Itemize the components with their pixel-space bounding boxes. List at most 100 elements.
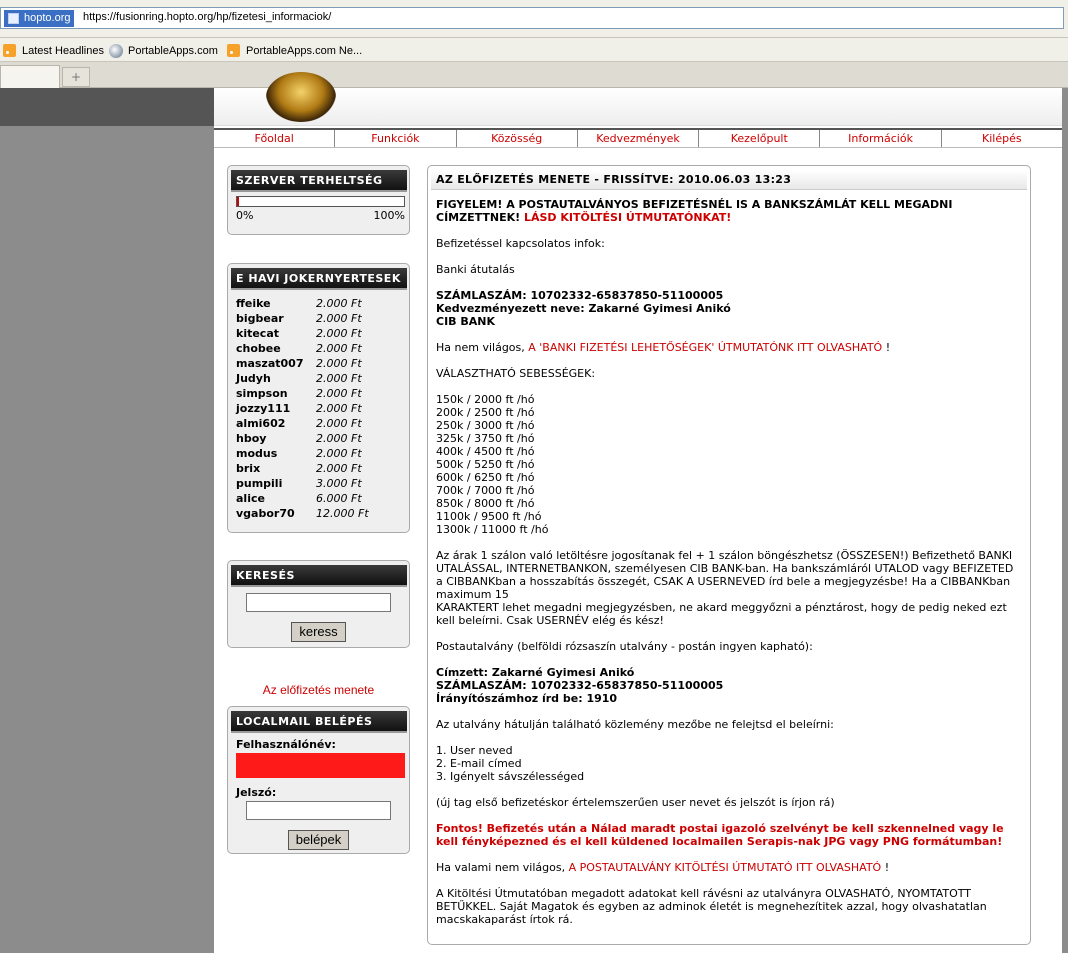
bookmark-label: PortableApps.com [128, 45, 218, 57]
speed-option: 1100k / 9500 ft /hó [436, 510, 542, 523]
site-container: Főoldal Funkciók Közösség Kedvezmények K… [214, 72, 1062, 953]
important-notice: Fontos! Befizetés után a Nálad maradt po… [436, 822, 1004, 848]
postal-recipient: Címzett: Zakarné Gyimesi Anikó [436, 666, 635, 679]
ring-logo-icon [266, 72, 336, 122]
joker-row: jozzy111 2.000 Ft [236, 401, 403, 416]
speed-option: 1300k / 11000 ft /hó [436, 523, 549, 536]
warning-paragraph: FIGYELEM! A POSTAUTALVÁNYOS BEFIZETÉSNÉL… [436, 198, 1022, 224]
joker-name: simpson [236, 387, 288, 400]
search-input[interactable] [246, 593, 391, 612]
search-title: KERESÉS [231, 565, 407, 587]
main-title: AZ ELŐFIZETÉS MENETE - FRISSÍTVE: 2010.0… [431, 170, 1027, 190]
price-note-2: KARAKTERT lehet megadni megjegyzésben, n… [436, 601, 1007, 627]
postal-heading: Postautalvány (belföldi rózsaszín utalvá… [436, 640, 813, 653]
joker-name: chobee [236, 342, 281, 355]
joker-name: alice [236, 492, 265, 505]
notice-item: 3. Igényelt sávszélességed [436, 770, 585, 783]
joker-name: jozzy111 [236, 402, 291, 415]
password-input[interactable] [246, 801, 391, 820]
joker-name: pumpili [236, 477, 283, 490]
username-label: Felhasználónév: [236, 738, 336, 751]
page-left-margin [0, 88, 214, 953]
nav-kilepes[interactable]: Kilépés [942, 130, 1062, 147]
rss-feed-icon [3, 44, 16, 57]
joker-row: pumpili 3.000 Ft [236, 476, 403, 491]
joker-amount: 2.000 Ft [316, 297, 362, 310]
portableapps-icon [109, 44, 123, 58]
joker-amount: 2.000 Ft [316, 357, 362, 370]
joker-name: bigbear [236, 312, 284, 325]
speed-option: 150k / 2000 ft /hó [436, 393, 535, 406]
joker-name: brix [236, 462, 261, 475]
url-field[interactable]: hopto.org https://fusionring.hopto.org/h… [0, 7, 1064, 29]
server-load-title: SZERVER TERHELTSÉG [231, 170, 407, 192]
intro-text: Befizetéssel kapcsolatos infok: [436, 237, 605, 250]
bank-guide-link[interactable]: A 'BANKI FIZETÉSI LEHETŐSÉGEK' ÚTMUTATÓN… [528, 341, 882, 354]
speed-option: 850k / 8000 ft /hó [436, 497, 535, 510]
site-banner [214, 72, 1062, 126]
joker-amount: 2.000 Ft [316, 432, 362, 445]
bookmark-portableapps-news[interactable]: PortableApps.com Ne... [227, 43, 362, 59]
subscription-process-link[interactable]: Az előfizetés menete [227, 683, 410, 697]
site-identity-badge[interactable]: hopto.org [4, 10, 75, 27]
nav-informaciok[interactable]: Információk [820, 130, 942, 147]
nav-funkciok[interactable]: Funkciók [335, 130, 457, 147]
jokers-box: E HAVI JOKERNYERTESEK ffeike 2.000 Ft bigb… [227, 263, 410, 533]
notice-text: Az utalvány hátulján található közlemény… [436, 718, 834, 731]
joker-row: simpson 2.000 Ft [236, 386, 403, 401]
server-load-bar [236, 196, 405, 207]
login-button[interactable]: belépek [287, 830, 350, 850]
joker-row: ffeike 2.000 Ft [236, 296, 403, 311]
address-bar-area: hopto.org https://fusionring.hopto.org/h… [0, 0, 1068, 38]
postal-help-prefix: Ha valami nem világos, [436, 861, 566, 874]
username-field-redacted[interactable] [236, 753, 405, 778]
postal-zip: Írányítószámhoz írd be: 1910 [436, 692, 618, 705]
bank-beneficiary: Kedvezményezett neve: Zakarné Gyimesi An… [436, 302, 731, 315]
nav-kozosseg[interactable]: Közösség [457, 130, 578, 147]
joker-amount: 2.000 Ft [316, 327, 362, 340]
nav-fooldal[interactable]: Főoldal [214, 130, 336, 147]
search-box: KERESÉS keress [227, 560, 410, 648]
jokers-list: ffeike 2.000 Ft bigbear 2.000 Ft kitecat 2.00… [228, 290, 409, 521]
speed-option: 325k / 3750 ft /hó [436, 432, 535, 445]
joker-amount: 2.000 Ft [316, 312, 362, 325]
joker-amount: 6.000 Ft [316, 492, 362, 505]
joker-row: Judyh 2.000 Ft [236, 371, 403, 386]
speed-option: 250k / 3000 ft /hó [436, 419, 535, 432]
bookmark-portableapps[interactable]: PortableApps.com [109, 43, 218, 59]
warning-guide-link[interactable]: LÁSD KITÖLTÉSI ÚTMUTATÓNKAT! [524, 211, 731, 224]
price-note: Az árak 1 szálon való letöltésre jogosít… [436, 549, 1022, 627]
joker-amount: 2.000 Ft [316, 387, 362, 400]
main-content-box: AZ ELŐFIZETÉS MENETE - FRISSÍTVE: 2010.0… [427, 165, 1031, 945]
price-note-1: Az árak 1 szálon való letöltésre jogosít… [436, 549, 1014, 601]
bank-help-prefix: Ha nem világos, [436, 341, 525, 354]
postal-guide-link[interactable]: A POSTAUTALVÁNY KITÖLTÉSI ÚTMUTATÓ ITT O… [569, 861, 882, 874]
search-button[interactable]: keress [291, 622, 346, 642]
new-tab-button[interactable]: + [62, 67, 90, 87]
bookmark-latest-headlines[interactable]: Latest Headlines [3, 43, 104, 59]
joker-row: brix 2.000 Ft [236, 461, 403, 476]
joker-amount: 2.000 Ft [316, 417, 362, 430]
tab-bar: + [0, 62, 1068, 88]
url-text[interactable]: https://fusionring.hopto.org/hp/fizetesi… [83, 11, 331, 23]
bank-name: CIB BANK [436, 315, 496, 328]
notice-item: 2. E-mail címed [436, 757, 522, 770]
browser-tab[interactable] [0, 65, 60, 88]
site-icon [8, 13, 19, 24]
final-note: A Kitöltési Útmutatóban megadott adatoka… [436, 887, 987, 926]
speeds-list: 150k / 2000 ft /hó 200k / 2500 ft /hó 250k… [436, 393, 1022, 536]
postal-account: SZÁMLASZÁM: 10702332-65837850-51100005 [436, 679, 724, 692]
joker-name: vgabor70 [236, 507, 295, 520]
bookmarks-toolbar: Latest Headlines PortableApps.com Portab… [0, 38, 1068, 62]
bookmark-label: PortableApps.com Ne... [246, 45, 363, 57]
joker-amount: 2.000 Ft [316, 462, 362, 475]
server-load-box: SZERVER TERHELTSÉG 0% 100% [227, 165, 410, 235]
postal-help: Ha valami nem világos, A POSTAUTALVÁNY K… [436, 861, 1022, 874]
nav-kezelopult[interactable]: Kezelőpult [699, 130, 821, 147]
speed-option: 600k / 6250 ft /hó [436, 471, 535, 484]
first-pay-note: (új tag első befizetéskor értelemszerűen… [436, 796, 835, 809]
joker-amount: 12.000 Ft [316, 507, 369, 520]
localmail-box: LOCALMAIL BELÉPÉS Felhasználónév: Jelszó… [227, 706, 410, 854]
joker-name: almi602 [236, 417, 286, 430]
nav-kedvezmenyek[interactable]: Kedvezmények [578, 130, 700, 147]
